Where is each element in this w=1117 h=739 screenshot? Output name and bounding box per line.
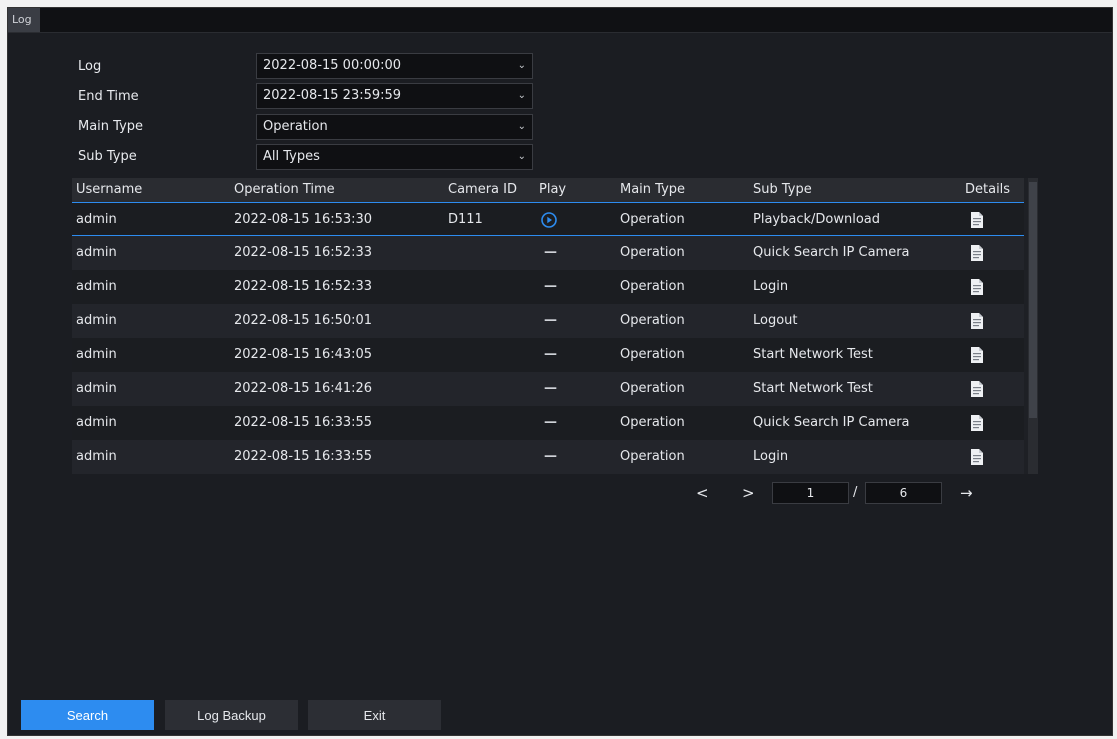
table-row[interactable]: admin 2022-08-15 16:50:01 — Operation Logout <box>72 304 1024 338</box>
details-icon[interactable] <box>970 278 984 296</box>
main-type-value: Operation <box>263 119 328 134</box>
col-details[interactable]: Details <box>965 178 1010 202</box>
cell-operation-time: 2022-08-15 16:52:33 <box>234 279 373 294</box>
log-start-time-select[interactable]: 2022-08-15 00:00:00 ⌄ <box>256 53 533 79</box>
col-sub-type[interactable]: Sub Type <box>753 178 812 202</box>
cell-operation-time: 2022-08-15 16:33:55 <box>234 415 373 430</box>
cell-main-type: Operation <box>620 212 685 227</box>
sub-type-select[interactable]: All Types ⌄ <box>256 144 533 170</box>
details-icon[interactable] <box>970 380 984 398</box>
cell-sub-type: Login <box>753 449 789 464</box>
table-row[interactable]: admin 2022-08-15 16:33:55 — Operation Login <box>72 440 1024 474</box>
cell-sub-type: Quick Search IP Camera <box>753 415 910 430</box>
details-icon[interactable] <box>970 244 984 262</box>
cell-sub-type: Start Network Test <box>753 347 873 362</box>
sub-type-value: All Types <box>263 149 320 164</box>
log-label: Log <box>78 59 102 74</box>
cell-operation-time: 2022-08-15 16:52:33 <box>234 245 373 260</box>
cell-play-dash: — <box>544 415 557 430</box>
cell-username: admin <box>76 279 117 294</box>
page-separator: / <box>853 485 858 500</box>
col-main-type[interactable]: Main Type <box>620 178 685 202</box>
cell-username: admin <box>76 212 117 227</box>
details-icon[interactable] <box>970 312 984 330</box>
current-page-input[interactable]: 1 <box>772 482 849 504</box>
log-backup-button[interactable]: Log Backup <box>165 700 298 730</box>
end-time-label: End Time <box>78 89 139 104</box>
cell-main-type: Operation <box>620 245 685 260</box>
cell-sub-type: Logout <box>753 313 798 328</box>
prev-page-button[interactable]: < <box>696 482 709 504</box>
table-header: Username Operation Time Camera ID Play M… <box>72 178 1024 202</box>
cell-play-dash: — <box>544 245 557 260</box>
cell-main-type: Operation <box>620 279 685 294</box>
scrollbar-thumb[interactable] <box>1029 182 1037 418</box>
cell-operation-time: 2022-08-15 16:33:55 <box>234 449 373 464</box>
exit-button[interactable]: Exit <box>308 700 441 730</box>
table-scrollbar[interactable] <box>1028 178 1038 474</box>
table-row[interactable]: admin 2022-08-15 16:52:33 — Operation Quick … <box>72 236 1024 270</box>
cell-sub-type: Playback/Download <box>753 212 881 227</box>
table-row[interactable]: admin 2022-08-15 16:53:30 D111 Operation Pla… <box>72 202 1024 236</box>
main-type-select[interactable]: Operation ⌄ <box>256 114 533 140</box>
total-pages-field: 6 <box>865 482 942 504</box>
col-camera-id[interactable]: Camera ID <box>448 178 517 202</box>
title-bar: Log <box>8 8 1112 33</box>
details-icon[interactable] <box>970 448 984 466</box>
end-time-value: 2022-08-15 23:59:59 <box>263 88 402 103</box>
table-row[interactable]: admin 2022-08-15 16:52:33 — Operation Login <box>72 270 1024 304</box>
cell-operation-time: 2022-08-15 16:53:30 <box>234 212 373 227</box>
chevron-down-icon: ⌄ <box>517 151 526 162</box>
cell-sub-type: Quick Search IP Camera <box>753 245 910 260</box>
cell-username: admin <box>76 381 117 396</box>
cell-main-type: Operation <box>620 415 685 430</box>
table-row[interactable]: admin 2022-08-15 16:41:26 — Operation Start … <box>72 372 1024 406</box>
chevron-down-icon: ⌄ <box>517 90 526 101</box>
cell-main-type: Operation <box>620 347 685 362</box>
search-button[interactable]: Search <box>21 700 154 730</box>
cell-sub-type: Start Network Test <box>753 381 873 396</box>
cell-camera-id: D111 <box>448 212 483 227</box>
main-type-label: Main Type <box>78 119 144 134</box>
log-start-time-value: 2022-08-15 00:00:00 <box>263 58 402 73</box>
cell-main-type: Operation <box>620 381 685 396</box>
cell-main-type: Operation <box>620 449 685 464</box>
chevron-down-icon: ⌄ <box>517 121 526 132</box>
cell-main-type: Operation <box>620 313 685 328</box>
cell-play-dash: — <box>544 279 557 294</box>
col-operation-time[interactable]: Operation Time <box>234 178 335 202</box>
go-page-button[interactable]: → <box>960 482 973 504</box>
col-username[interactable]: Username <box>76 178 142 202</box>
log-table: Username Operation Time Camera ID Play M… <box>72 178 1038 474</box>
details-icon[interactable] <box>970 211 984 229</box>
cell-username: admin <box>76 347 117 362</box>
cell-username: admin <box>76 415 117 430</box>
sub-type-label: Sub Type <box>78 149 137 164</box>
cell-username: admin <box>76 245 117 260</box>
next-page-button[interactable]: > <box>742 482 755 504</box>
cell-username: admin <box>76 313 117 328</box>
cell-play-dash: — <box>544 313 557 328</box>
window-title: Log <box>8 8 40 32</box>
cell-operation-time: 2022-08-15 16:43:05 <box>234 347 373 362</box>
table-row[interactable]: admin 2022-08-15 16:33:55 — Operation Quick … <box>72 406 1024 440</box>
details-icon[interactable] <box>970 346 984 364</box>
cell-operation-time: 2022-08-15 16:50:01 <box>234 313 373 328</box>
cell-play-dash: — <box>544 381 557 396</box>
chevron-down-icon: ⌄ <box>517 60 526 71</box>
details-icon[interactable] <box>970 414 984 432</box>
cell-play-dash: — <box>544 449 557 464</box>
cell-sub-type: Login <box>753 279 789 294</box>
table-row[interactable]: admin 2022-08-15 16:43:05 — Operation Start … <box>72 338 1024 372</box>
col-play[interactable]: Play <box>539 178 566 202</box>
log-window: Log Log 2022-08-15 00:00:00 ⌄ End Time 2… <box>7 7 1113 736</box>
cell-play-dash: — <box>544 347 557 362</box>
end-time-select[interactable]: 2022-08-15 23:59:59 ⌄ <box>256 83 533 109</box>
cell-username: admin <box>76 449 117 464</box>
cell-operation-time: 2022-08-15 16:41:26 <box>234 381 373 396</box>
play-icon[interactable] <box>541 212 557 228</box>
